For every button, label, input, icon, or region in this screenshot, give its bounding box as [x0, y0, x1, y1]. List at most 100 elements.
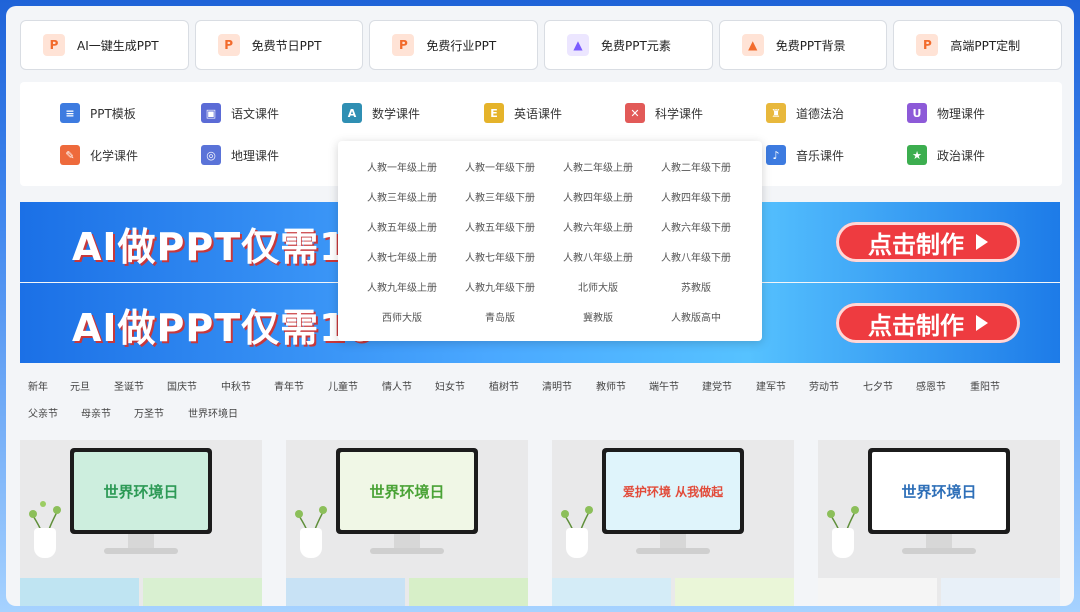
- holiday-tag[interactable]: 建军节: [756, 378, 786, 393]
- holiday-tag[interactable]: 儿童节: [328, 378, 358, 393]
- category-politics[interactable]: ★ 政治课件: [907, 144, 985, 166]
- category-math[interactable]: A 数学课件: [342, 102, 420, 124]
- monitor-base: [636, 548, 710, 554]
- holiday-tag[interactable]: 重阳节: [970, 378, 1000, 393]
- holiday-tag[interactable]: 国庆节: [167, 378, 197, 393]
- category-morality-law[interactable]: ♜ 道德法治: [766, 102, 844, 124]
- vase-decoration: [300, 528, 322, 558]
- grade-option[interactable]: 人教一年级下册: [450, 159, 550, 174]
- make-now-button[interactable]: 点击制作: [836, 303, 1020, 343]
- holiday-tag[interactable]: 中秋节: [221, 378, 251, 393]
- holiday-tag[interactable]: 建党节: [702, 378, 732, 393]
- category-label: 音乐课件: [796, 148, 845, 163]
- category-science[interactable]: ✕ 科学课件: [625, 102, 703, 124]
- tool-card-custom-ppt[interactable]: P 高端PPT定制: [893, 20, 1063, 70]
- holiday-tag[interactable]: 母亲节: [81, 405, 111, 420]
- grade-option[interactable]: 人教五年级上册: [352, 219, 452, 234]
- template-thumbnail[interactable]: 世界环境日: [20, 440, 262, 606]
- category-label: PPT模板: [90, 106, 136, 121]
- category-chinese[interactable]: ▣ 语文课件: [201, 102, 279, 124]
- slide-title: 世界环境日: [369, 482, 445, 501]
- grade-option[interactable]: 人教二年级下册: [646, 159, 746, 174]
- holiday-tag[interactable]: 教师节: [596, 378, 626, 393]
- holiday-tag[interactable]: 情人节: [382, 378, 412, 393]
- tool-card-industry-ppt[interactable]: P 免费行业PPT: [369, 20, 539, 70]
- category-physics[interactable]: U 物理课件: [907, 102, 985, 124]
- slide-preview: 爱护环境 从我做起: [606, 452, 740, 530]
- holiday-tag[interactable]: 青年节: [274, 378, 304, 393]
- grade-option[interactable]: 人教六年级下册: [646, 219, 746, 234]
- play-icon: [976, 234, 988, 250]
- grade-option[interactable]: 人教六年级上册: [548, 219, 648, 234]
- slide-preview: 世界环境日: [340, 452, 474, 530]
- slide-title: 世界环境日: [103, 482, 179, 501]
- holiday-tag[interactable]: 元旦: [70, 378, 90, 393]
- slide-preview: 世界环境日: [74, 452, 208, 530]
- ppt-icon: P: [43, 34, 65, 56]
- vase-decoration: [832, 528, 854, 558]
- holiday-tag[interactable]: 世界环境日: [188, 405, 238, 420]
- tool-card-ai-generate[interactable]: P AI一键生成PPT: [20, 20, 189, 70]
- template-thumbnail[interactable]: 世界环境日: [286, 440, 528, 606]
- holiday-tag[interactable]: 感恩节: [916, 378, 946, 393]
- holiday-tag[interactable]: 万圣节: [134, 405, 164, 420]
- grade-option[interactable]: 冀教版: [548, 309, 648, 324]
- grade-option[interactable]: 人教九年级下册: [450, 279, 550, 294]
- grade-option[interactable]: 人教四年级下册: [646, 189, 746, 204]
- monitor-base: [370, 548, 444, 554]
- tool-card-ppt-background[interactable]: ▲ 免费PPT背景: [718, 20, 888, 70]
- image-icon: ▲: [741, 34, 764, 56]
- holiday-tag[interactable]: 妇女节: [435, 378, 465, 393]
- slide-strip: [286, 578, 528, 606]
- grade-option[interactable]: 人教一年级上册: [352, 159, 452, 174]
- category-ppt-template[interactable]: ≡ PPT模板: [60, 102, 136, 124]
- grade-option[interactable]: 苏教版: [646, 279, 746, 294]
- tool-bar: P AI一键生成PPT P 免费节日PPT P 免费行业PPT ▲ 免费PPT元…: [20, 20, 1063, 70]
- grade-option[interactable]: 人教七年级上册: [352, 249, 452, 264]
- grade-option[interactable]: 人教版高中: [646, 309, 746, 324]
- ppt-icon: P: [392, 34, 415, 56]
- slide-strip: [818, 578, 1060, 606]
- grade-option[interactable]: 青岛版: [450, 309, 550, 324]
- holiday-tag[interactable]: 圣诞节: [114, 378, 144, 393]
- slide-strip: [20, 578, 262, 606]
- holiday-tag[interactable]: 新年: [28, 378, 48, 393]
- grade-option[interactable]: 人教八年级上册: [548, 249, 648, 264]
- grade-option[interactable]: 北师大版: [548, 279, 648, 294]
- template-thumbnail[interactable]: 爱护环境 从我做起: [552, 440, 794, 606]
- monitor-frame: 爱护环境 从我做起: [602, 448, 744, 534]
- tool-label: 免费节日PPT: [251, 38, 322, 53]
- make-now-button[interactable]: 点击制作: [836, 222, 1020, 262]
- tool-card-holiday-ppt[interactable]: P 免费节日PPT: [194, 20, 364, 70]
- category-english[interactable]: E 英语课件: [484, 102, 562, 124]
- vase-decoration: [566, 528, 588, 558]
- grade-option[interactable]: 西师大版: [352, 309, 452, 324]
- grade-option[interactable]: 人教七年级下册: [450, 249, 550, 264]
- category-music[interactable]: ♪ 音乐课件: [766, 144, 844, 166]
- grade-option[interactable]: 人教三年级下册: [450, 189, 550, 204]
- monitor-base: [902, 548, 976, 554]
- play-icon: [976, 315, 988, 331]
- page-frame: P AI一键生成PPT P 免费节日PPT P 免费行业PPT ▲ 免费PPT元…: [6, 6, 1074, 606]
- holiday-tag[interactable]: 植树节: [489, 378, 519, 393]
- holiday-tag[interactable]: 清明节: [542, 378, 572, 393]
- grade-option[interactable]: 人教九年级上册: [352, 279, 452, 294]
- flask-icon: ✎: [60, 145, 80, 165]
- slide-strip: [552, 578, 794, 606]
- grade-option[interactable]: 人教二年级上册: [548, 159, 648, 174]
- grade-option[interactable]: 人教八年级下册: [646, 249, 746, 264]
- grade-option[interactable]: 人教五年级下册: [450, 219, 550, 234]
- holiday-tag[interactable]: 劳动节: [809, 378, 839, 393]
- tool-label: AI一键生成PPT: [77, 38, 159, 53]
- category-geography[interactable]: ◎ 地理课件: [201, 144, 279, 166]
- category-label: 英语课件: [514, 106, 563, 121]
- holiday-tag[interactable]: 父亲节: [28, 405, 58, 420]
- grade-option[interactable]: 人教四年级上册: [548, 189, 648, 204]
- category-chemistry[interactable]: ✎ 化学课件: [60, 144, 138, 166]
- grade-option[interactable]: 人教三年级上册: [352, 189, 452, 204]
- template-thumbnail[interactable]: 世界环境日: [818, 440, 1060, 606]
- holiday-tag[interactable]: 七夕节: [863, 378, 893, 393]
- holiday-tag[interactable]: 端午节: [649, 378, 679, 393]
- globe-icon: ◎: [201, 145, 221, 165]
- tool-card-ppt-elements[interactable]: ▲ 免费PPT元素: [544, 20, 713, 70]
